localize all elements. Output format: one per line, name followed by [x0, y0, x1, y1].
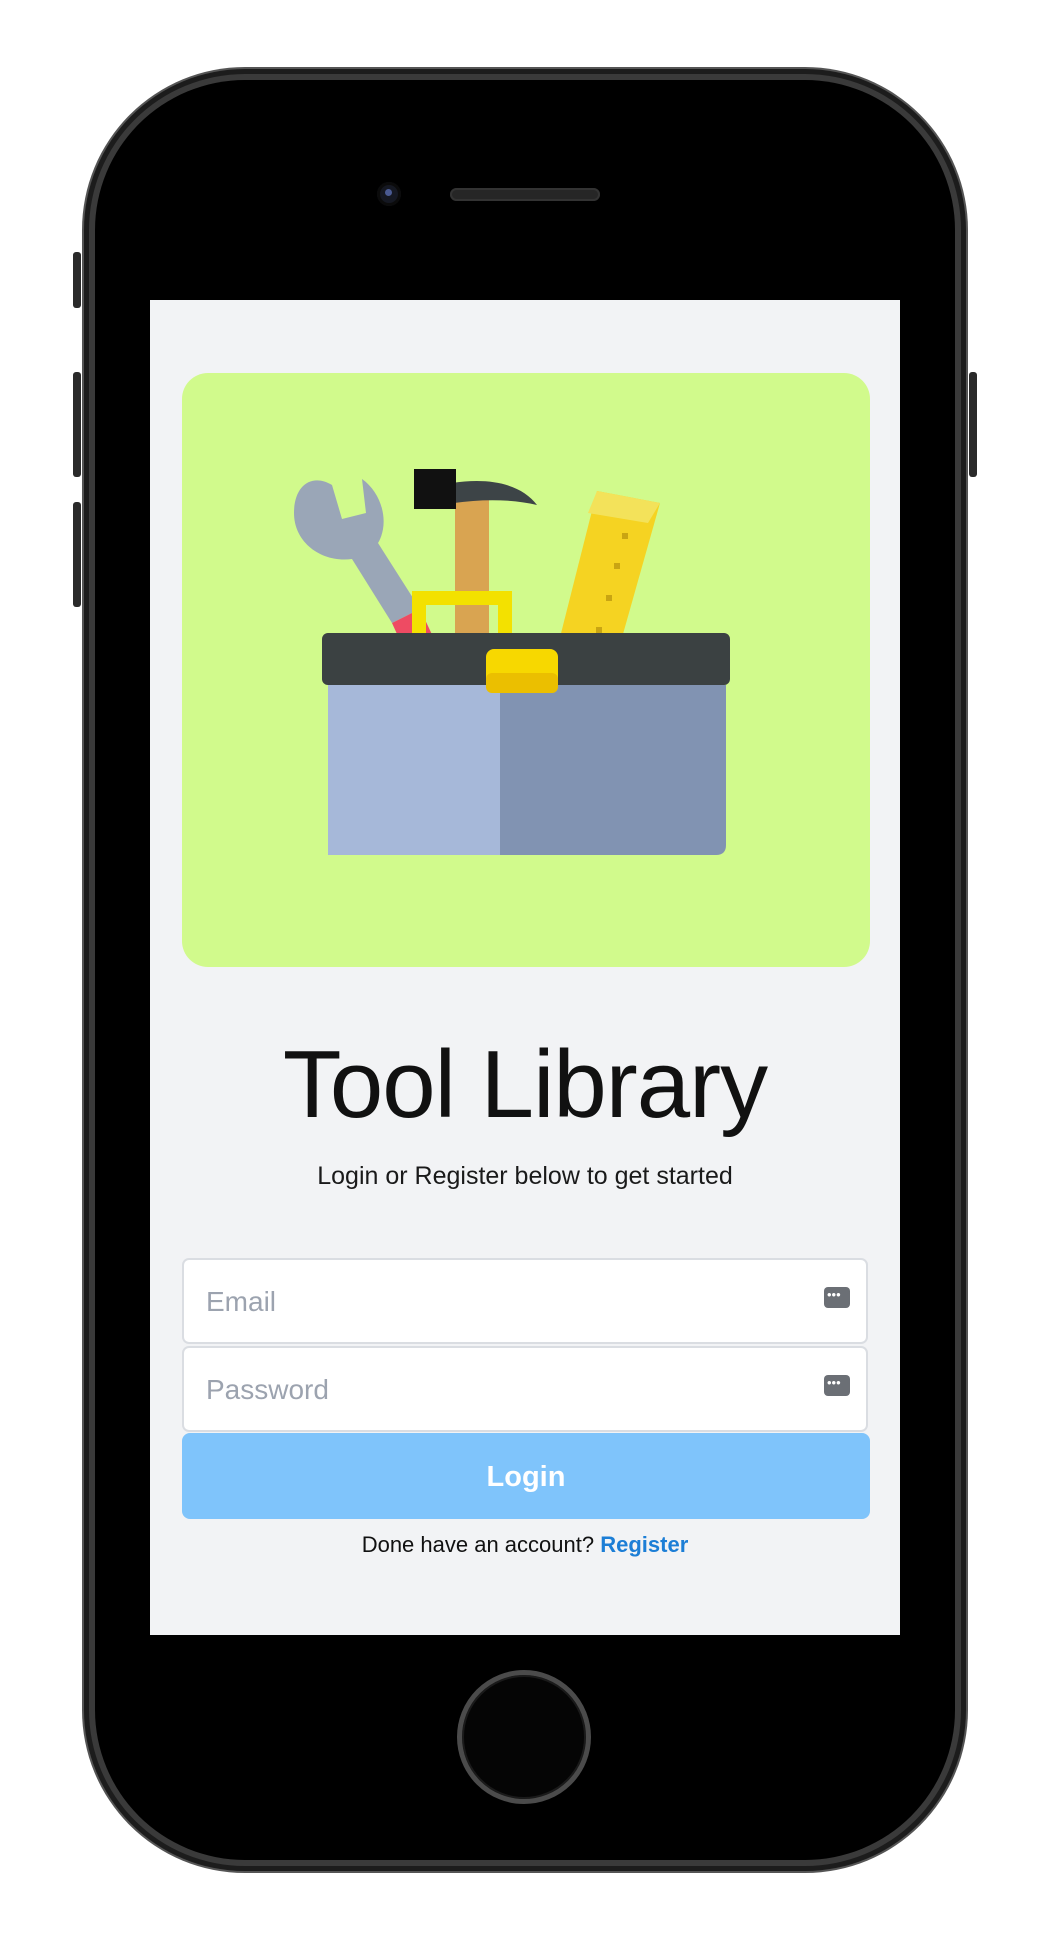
phone-frame: Tool Library Login or Register below to …	[73, 80, 977, 1860]
app-screen: Tool Library Login or Register below to …	[150, 300, 900, 1635]
password-manager-key-icon[interactable]	[824, 1375, 850, 1396]
home-button[interactable]	[457, 1670, 591, 1804]
earpiece-speaker	[450, 188, 600, 201]
register-link[interactable]: Register	[600, 1532, 688, 1557]
volume-up-button	[73, 372, 81, 477]
app-subtitle: Login or Register below to get started	[317, 1162, 733, 1190]
login-button[interactable]: Login	[182, 1433, 870, 1519]
password-field[interactable]	[182, 1346, 868, 1432]
power-button	[969, 372, 977, 477]
register-prompt: Done have an account? Register	[150, 1532, 900, 1558]
front-camera	[377, 182, 401, 206]
silent-switch	[73, 252, 81, 308]
app-title: Tool Library	[282, 1031, 768, 1138]
hero-image	[182, 373, 870, 967]
email-field[interactable]	[182, 1258, 868, 1344]
password-manager-key-icon[interactable]	[824, 1287, 850, 1308]
volume-down-button	[73, 502, 81, 607]
email-input[interactable]	[204, 1260, 808, 1344]
password-input[interactable]	[204, 1348, 808, 1432]
toolbox-illustration	[294, 469, 730, 855]
register-prompt-text: Done have an account?	[361, 1532, 595, 1557]
